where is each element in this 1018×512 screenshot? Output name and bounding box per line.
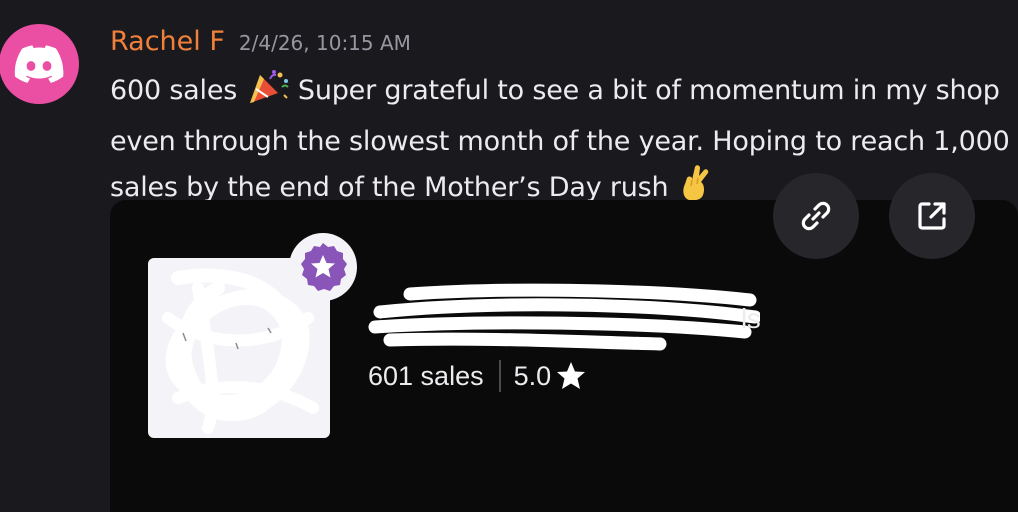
party-popper-emoji [246,69,290,119]
open-external-icon [918,202,946,230]
sales-count: 601 sales [368,360,484,391]
timestamp[interactable]: 2/4/26, 10:15 AM [239,31,411,55]
stats-divider [498,360,501,392]
shop-stats: 601 sales 5.0 [368,360,586,392]
message-content: 600 sales Super grateful to see a bit of… [110,68,1010,216]
message-header: Rachel F 2/4/26, 10:15 AM [110,26,411,57]
shop-name-redacted[interactable] [360,282,760,352]
username[interactable]: Rachel F [110,26,225,57]
chat-message: Rachel F 2/4/26, 10:15 AM 600 sales Supe… [0,0,1018,512]
rating-value: 5.0 [513,360,552,391]
star-badge-icon [289,233,357,301]
star-icon [557,362,586,389]
avatar[interactable] [0,24,79,104]
shop-name-tail: ls [741,303,761,334]
message-text-start: 600 sales [110,75,238,106]
link-icon [801,201,831,231]
copy-link-button[interactable] [773,173,859,259]
discord-logo-icon [14,45,64,83]
open-external-button[interactable] [889,173,975,259]
